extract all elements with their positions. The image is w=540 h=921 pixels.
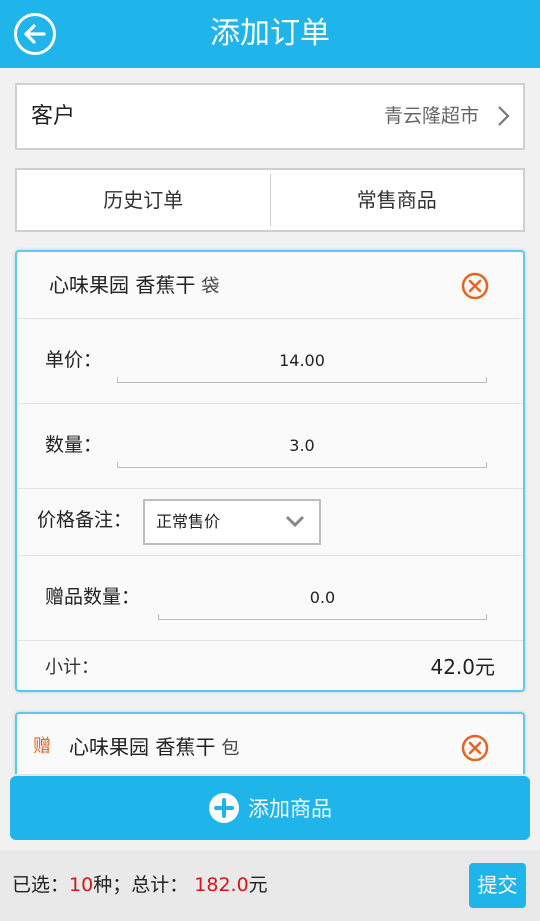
gift-item-header: 赠 心味果园 香蕉干包 xyxy=(17,714,523,774)
product-name-wrap: 心味果园 香蕉干袋 xyxy=(49,252,219,320)
price-note-value: 正常售价 xyxy=(156,512,221,531)
selected-suffix: 种；总计： xyxy=(93,874,189,896)
customer-value: 青云隆超市 xyxy=(383,105,479,127)
gift-quantity-input[interactable]: 0.0 xyxy=(158,576,487,620)
quantity-row: 数量： 3.0 xyxy=(17,404,523,489)
price-row: 单价： 14.00 xyxy=(17,319,523,404)
price-label: 单价： xyxy=(45,349,103,371)
price-input[interactable]: 14.00 xyxy=(117,339,487,383)
selected-prefix: 已选： xyxy=(12,874,70,896)
gift-product-name-wrap: 心味果园 香蕉干包 xyxy=(69,714,239,774)
quantity-value: 3.0 xyxy=(289,436,315,455)
item-header: 心味果园 香蕉干袋 xyxy=(17,252,523,319)
summary-bar: 已选：10种；总计： 182.0元 提交 xyxy=(0,850,540,921)
submit-button[interactable]: 提交 xyxy=(469,863,526,908)
chevron-down-icon xyxy=(285,515,305,528)
remove-gift-icon[interactable] xyxy=(461,734,489,762)
tab-bar: 历史订单 常售商品 xyxy=(15,168,525,232)
remove-item-icon[interactable] xyxy=(461,272,489,300)
add-product-label: 添加商品 xyxy=(248,797,332,821)
gift-product-unit: 包 xyxy=(221,738,240,759)
plus-circle-icon xyxy=(209,793,239,823)
subtotal-value: 42.0元 xyxy=(430,655,495,679)
price-note-row: 价格备注： 正常售价 xyxy=(17,489,523,556)
chevron-right-icon xyxy=(498,106,510,126)
page-title: 添加订单 xyxy=(210,16,330,51)
tab-frequent-products[interactable]: 常售商品 xyxy=(271,170,524,230)
quantity-label: 数量： xyxy=(45,434,103,456)
gift-tag: 赠 xyxy=(33,736,51,757)
price-note-label: 价格备注： xyxy=(37,509,133,531)
gift-quantity-label: 赠品数量： xyxy=(45,586,141,608)
order-summary: 已选：10种；总计： 182.0元 xyxy=(12,850,268,921)
gift-item-card: 赠 心味果园 香蕉干包 xyxy=(15,712,525,774)
add-product-button[interactable]: 添加商品 xyxy=(10,776,530,840)
customer-label: 客户 xyxy=(31,104,76,129)
product-name: 心味果园 香蕉干 xyxy=(49,273,196,297)
customer-selector[interactable]: 客户 青云隆超市 xyxy=(15,83,525,150)
quantity-input[interactable]: 3.0 xyxy=(117,424,487,468)
gift-quantity-row: 赠品数量： 0.0 xyxy=(17,556,523,641)
subtotal-row: 小计： 42.0元 xyxy=(17,641,523,689)
top-bar: 添加订单 xyxy=(0,0,540,68)
gift-product-name: 心味果园 香蕉干 xyxy=(69,735,216,759)
order-item-card: 心味果园 香蕉干袋 单价： 14.00 数量： 3.0 价格备注： 正常售价 赠… xyxy=(15,250,525,692)
order-total: 182.0 xyxy=(194,874,249,896)
currency-unit: 元 xyxy=(248,874,268,896)
gift-quantity-value: 0.0 xyxy=(309,588,336,607)
subtotal-label: 小计： xyxy=(45,657,99,678)
selected-count: 10 xyxy=(69,874,94,896)
price-note-select[interactable]: 正常售价 xyxy=(143,499,321,545)
product-unit: 袋 xyxy=(201,276,220,297)
tab-order-history[interactable]: 历史订单 xyxy=(17,170,270,230)
price-value: 14.00 xyxy=(279,351,325,370)
